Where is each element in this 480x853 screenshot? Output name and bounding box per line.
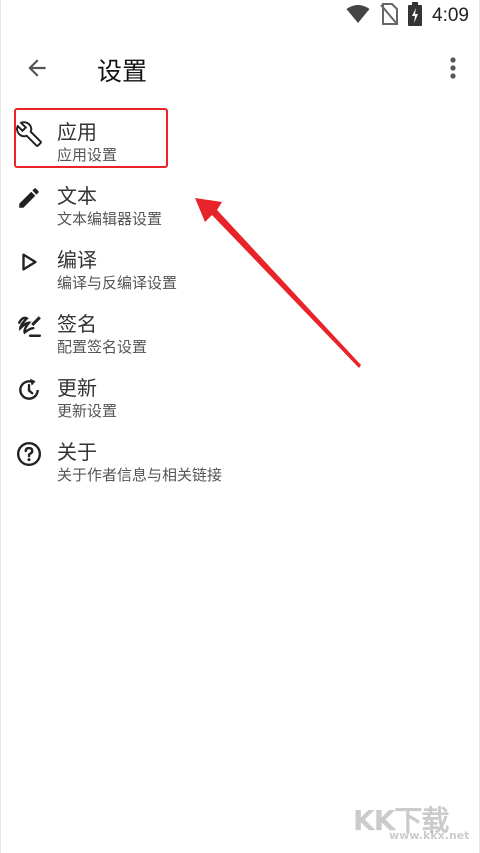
back-button[interactable] [21, 54, 53, 86]
help-circle-icon [15, 440, 43, 468]
settings-item-subtitle: 关于作者信息与相关链接 [57, 467, 223, 484]
status-time: 4:09 [432, 5, 469, 26]
play-outline-icon [15, 248, 43, 276]
update-icon [15, 376, 43, 404]
settings-item-subtitle: 配置签名设置 [57, 339, 148, 356]
arrow-back-icon [24, 55, 50, 85]
settings-item-text[interactable]: 文本 文本编辑器设置 [1, 170, 480, 234]
settings-item-label: 编译 [57, 250, 97, 272]
settings-item-about[interactable]: 关于 关于作者信息与相关链接 [1, 426, 480, 490]
signature-icon [15, 312, 43, 340]
settings-item-signature[interactable]: 签名 配置签名设置 [1, 298, 480, 362]
settings-item-subtitle: 编译与反编译设置 [57, 275, 178, 292]
pencil-icon [15, 184, 43, 212]
more-options-button[interactable] [439, 54, 467, 86]
settings-item-label: 签名 [57, 314, 97, 336]
settings-item-subtitle: 更新设置 [57, 403, 118, 420]
settings-item-update[interactable]: 更新 更新设置 [1, 362, 480, 426]
watermark-url: www.kkx.net [389, 829, 470, 842]
page-title: 设置 [97, 58, 148, 86]
highlight-box [14, 108, 168, 168]
watermark: KK下载 www.kkx.net [353, 799, 473, 845]
settings-item-label: 关于 [57, 442, 97, 464]
battery-charging-icon [408, 2, 423, 30]
wifi-icon [346, 4, 370, 28]
no-sim-icon [380, 3, 399, 29]
settings-item-label: 文本 [57, 186, 97, 208]
settings-item-compile[interactable]: 编译 编译与反编译设置 [1, 234, 480, 298]
settings-item-label: 更新 [57, 378, 97, 400]
settings-item-subtitle: 文本编辑器设置 [57, 211, 163, 228]
status-bar: 4:09 [1, 0, 480, 32]
more-vert-icon [449, 56, 457, 84]
app-bar: 设置 [1, 40, 480, 100]
